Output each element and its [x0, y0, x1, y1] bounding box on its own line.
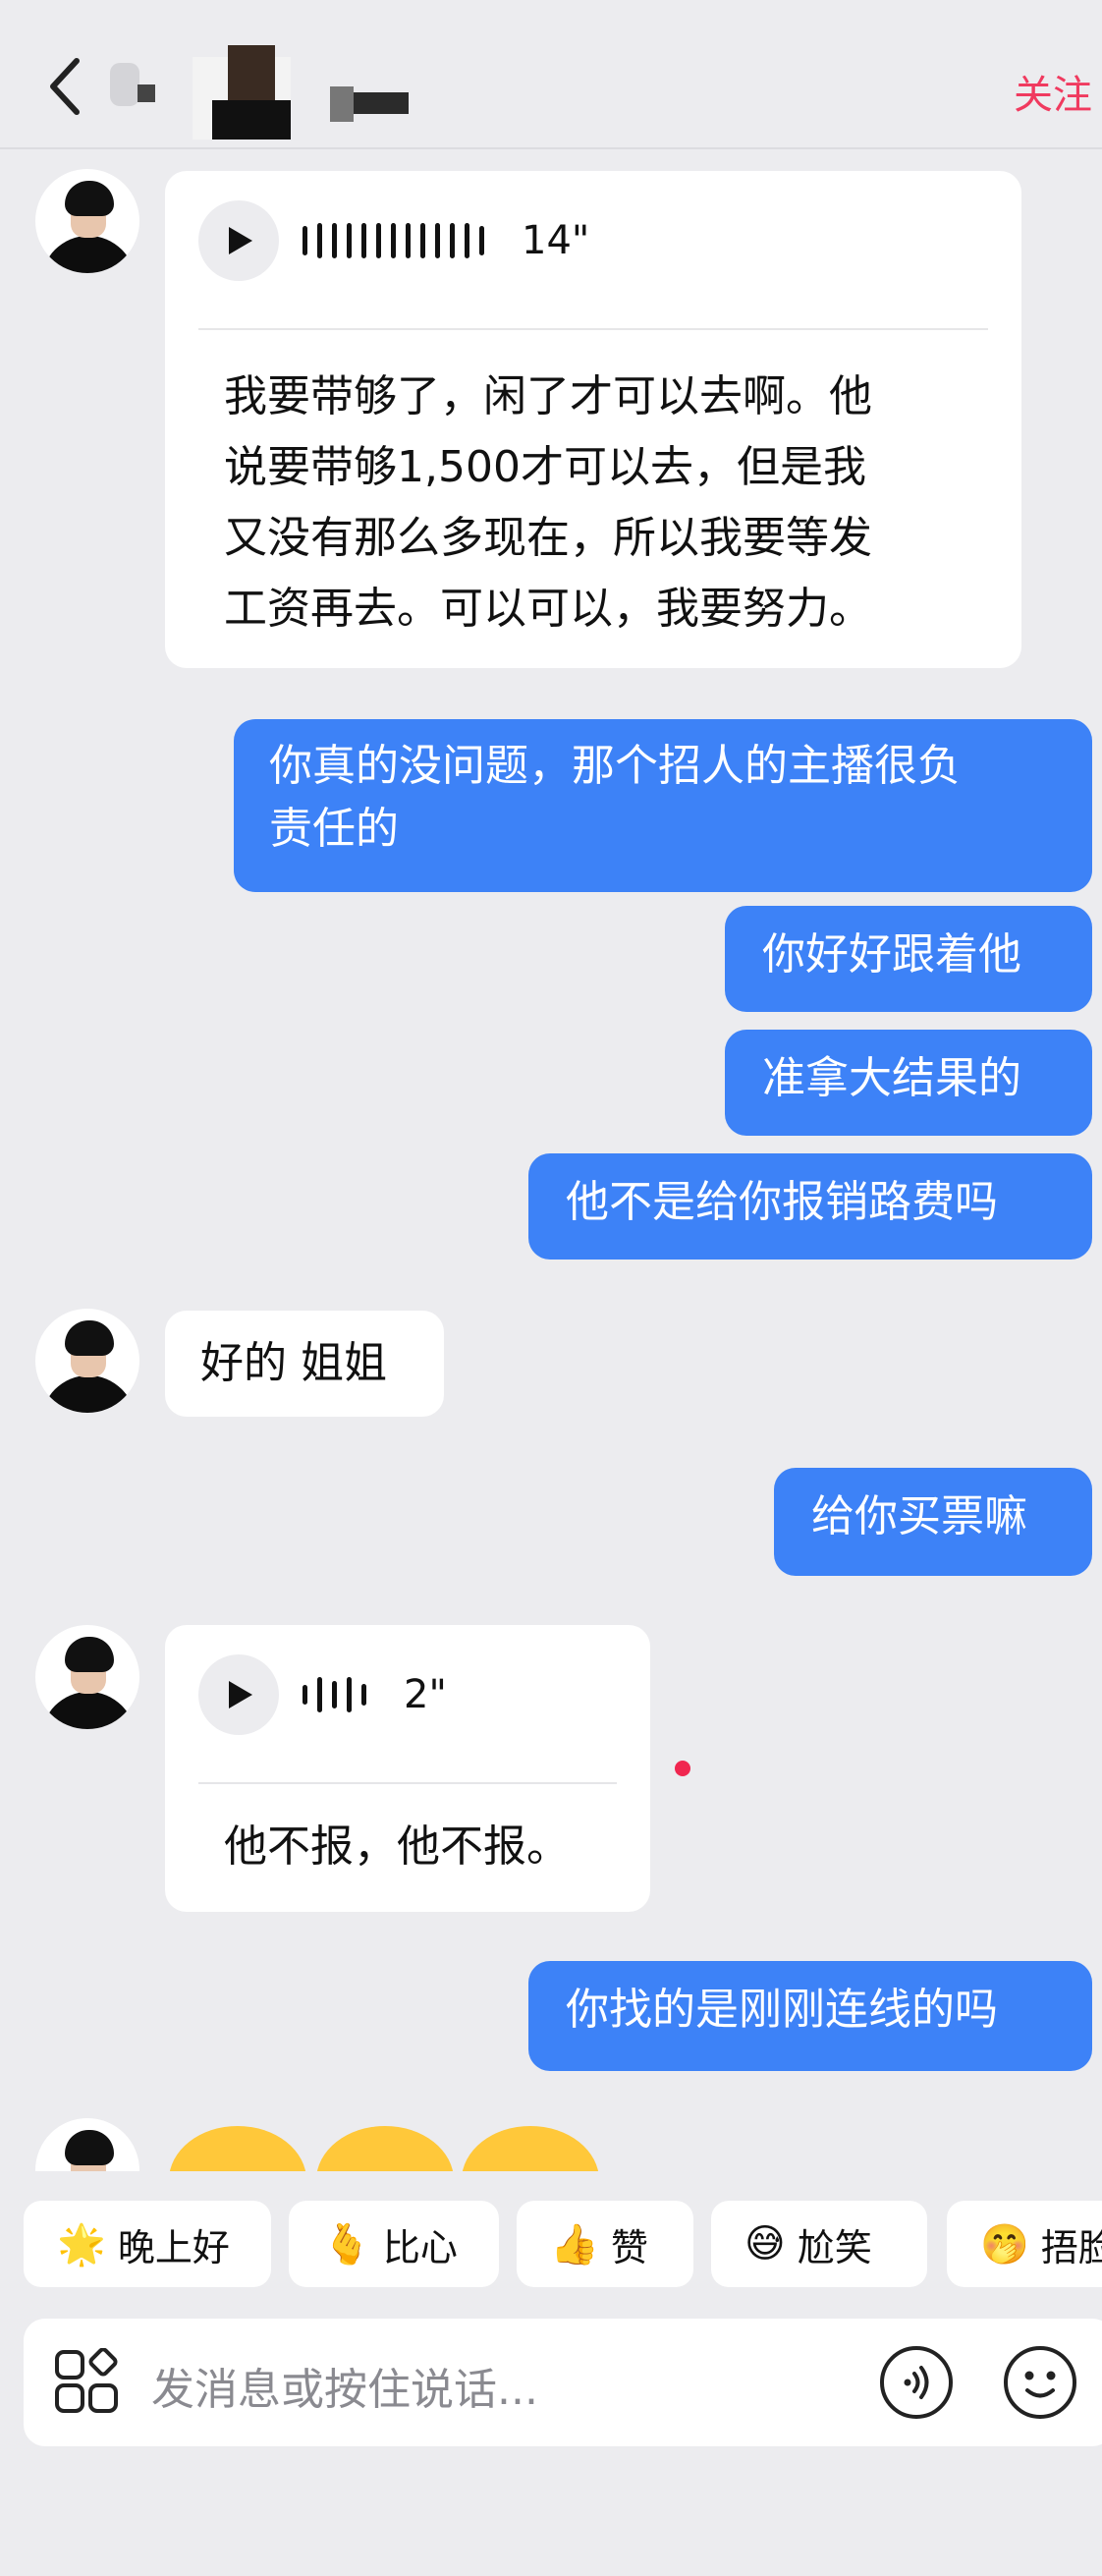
play-icon[interactable] — [198, 1654, 279, 1735]
quick-reply-chip[interactable]: 🤭 捂脸 — [947, 2201, 1102, 2287]
contact-avatar[interactable] — [35, 1625, 139, 1729]
quick-reply-bar: 🌟 晚上好 🫰 比心 👍 赞 😅 尬笑 🤭 捂脸 — [0, 2201, 1102, 2289]
quick-reply-chip[interactable]: 🫰 比心 — [289, 2201, 499, 2287]
awkward-smile-icon: 😅 — [744, 2221, 786, 2267]
outgoing-message[interactable]: 给你买票嘛 — [774, 1468, 1092, 1576]
voice-duration: 14" — [522, 218, 590, 263]
voice-duration: 2" — [404, 1672, 447, 1717]
outgoing-message[interactable]: 准拿大结果的 — [725, 1030, 1092, 1136]
outgoing-message[interactable]: 他不是给你报销路费吗 — [528, 1153, 1092, 1260]
contact-avatar[interactable] — [35, 1309, 139, 1413]
voice-message-bubble[interactable]: 2" 他不报，他不报。 — [165, 1625, 650, 1912]
outgoing-message[interactable]: 你好好跟着他 — [725, 906, 1092, 1012]
outgoing-message[interactable]: 你找的是刚刚连线的吗 — [528, 1961, 1092, 2071]
outgoing-message[interactable]: 你真的没问题，那个招人的主播很负 责任的 — [234, 719, 1092, 892]
quick-reply-chip[interactable]: 🌟 晚上好 — [24, 2201, 271, 2287]
voice-transcript: 我要带够了，闲了才可以去啊。他 说要带够1,500才可以去，但是我 又没有那么多… — [224, 371, 872, 634]
waveform-icon — [303, 1677, 376, 1712]
quick-reply-chip[interactable]: 👍 赞 — [517, 2201, 693, 2287]
follow-button[interactable]: 关注 — [1014, 63, 1092, 120]
face-emoji-icon — [169, 2126, 306, 2171]
chat-header: 关注 — [0, 0, 1102, 149]
emoji-message-partial — [0, 2112, 1102, 2171]
voice-transcript: 他不报，他不报。 — [224, 1821, 570, 1872]
waveform-icon — [303, 223, 494, 258]
facepalm-icon: 🤭 — [980, 2221, 1029, 2268]
star-face-icon: 🌟 — [57, 2221, 106, 2268]
voice-message-bubble[interactable]: 14" 我要带够了，闲了才可以去啊。他 说要带够1,500才可以去，但是我 又没… — [165, 171, 1021, 668]
quick-reply-chip[interactable]: 😅 尬笑 — [711, 2201, 927, 2287]
face-emoji-icon — [462, 2126, 599, 2171]
contact-avatar[interactable] — [35, 169, 139, 273]
thumbs-up-icon: 👍 — [550, 2221, 599, 2268]
play-icon[interactable] — [198, 200, 279, 281]
message-composer: 发消息或按住说话... — [24, 2319, 1102, 2446]
emoji-picker-icon[interactable] — [1002, 2344, 1078, 2421]
incoming-message[interactable]: 好的 姐姐 — [165, 1311, 444, 1417]
face-emoji-icon — [316, 2126, 454, 2171]
back-arrow-icon[interactable] — [43, 55, 94, 118]
unread-dot — [675, 1761, 690, 1776]
voice-input-icon[interactable] — [878, 2344, 955, 2421]
message-input[interactable]: 发消息或按住说话... — [151, 2354, 538, 2417]
apps-grid-icon[interactable] — [53, 2348, 122, 2417]
finger-heart-icon: 🫰 — [322, 2221, 371, 2268]
